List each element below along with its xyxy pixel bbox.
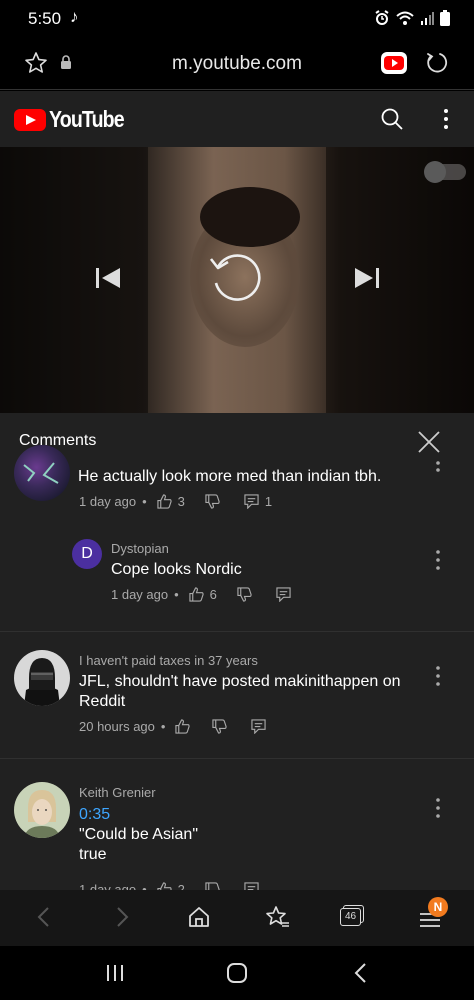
status-bar: 5:50 ♪	[0, 0, 474, 38]
recent-apps-icon[interactable]	[105, 963, 125, 983]
reply-icon[interactable]	[244, 882, 259, 890]
reply-icon[interactable]	[251, 719, 267, 734]
tiktok-notification-icon: ♪	[70, 7, 79, 26]
back-arrow-icon[interactable]	[34, 905, 54, 929]
browser-bottom-nav: 46	[0, 890, 474, 946]
video-timestamp-link[interactable]: 0:35	[79, 805, 419, 825]
comment-time: 1 day ago	[79, 494, 137, 509]
bookmarks-icon[interactable]	[264, 905, 290, 929]
like-count: 6	[209, 587, 217, 602]
divider	[0, 631, 474, 632]
comment-item: Keith Grenier 0:35 "Could be Asian" true…	[0, 781, 474, 890]
next-video-icon[interactable]	[354, 267, 380, 289]
browser-address-bar: m.youtube.com	[0, 38, 474, 90]
comment-meta: 20 hours ago •	[79, 719, 267, 734]
avatar[interactable]	[14, 782, 70, 838]
system-navigation-bar	[0, 946, 474, 1000]
home-icon[interactable]	[187, 905, 211, 929]
reply-count: 1	[264, 494, 273, 509]
like-icon[interactable]	[189, 587, 204, 602]
tab-count: 46	[340, 908, 361, 926]
meta-separator: •	[160, 719, 166, 734]
tabs-button[interactable]: 46	[340, 905, 364, 927]
comment-options-icon[interactable]	[434, 665, 442, 687]
comment-item: I haven't paid taxes in 37 years JFL, sh…	[0, 649, 474, 759]
comment-author[interactable]: Keith Grenier	[79, 785, 156, 800]
comment-author[interactable]: I haven't paid taxes in 37 years	[79, 653, 258, 668]
forward-arrow-icon[interactable]	[112, 905, 132, 929]
divider	[0, 758, 474, 759]
comment-time: 1 day ago	[79, 882, 137, 890]
meta-separator: •	[174, 587, 179, 602]
comment-options-icon[interactable]	[434, 549, 442, 571]
avatar[interactable]	[14, 650, 70, 706]
video-overlay-right	[326, 147, 474, 413]
status-time: 5:50	[28, 9, 62, 28]
reply-icon[interactable]	[276, 587, 291, 602]
youtube-header: YouTube	[0, 91, 474, 147]
youtube-logo-text: YouTube	[49, 106, 125, 132]
comment-options-icon[interactable]	[434, 797, 442, 819]
dislike-icon[interactable]	[205, 494, 220, 509]
avatar[interactable]: D	[72, 539, 102, 569]
video-player[interactable]	[0, 147, 474, 413]
dislike-icon[interactable]	[237, 587, 252, 602]
reply-item: D Dystopian Cope looks Nordic 1 day ago …	[0, 537, 474, 637]
avatar-art	[24, 658, 60, 706]
like-icon[interactable]	[157, 494, 172, 509]
video-overlay-left	[0, 147, 148, 413]
comment-author[interactable]: Dystopian	[111, 541, 169, 556]
comments-panel: Comments He actually look more med than …	[0, 413, 474, 890]
meta-separator: •	[142, 882, 147, 890]
more-options-icon[interactable]	[436, 107, 456, 131]
video-subject-hair	[200, 187, 300, 247]
comment-body: 0:35 "Could be Asian" true	[79, 805, 419, 865]
comment-meta: 1 day ago • 3 1	[79, 494, 272, 509]
system-home-icon[interactable]	[226, 962, 248, 984]
reply-icon[interactable]	[244, 494, 259, 509]
dislike-icon[interactable]	[212, 719, 228, 734]
battery-icon	[440, 10, 450, 26]
comment-meta: 1 day ago • 2	[79, 882, 259, 890]
comment-time: 20 hours ago	[79, 719, 155, 734]
comment-text: JFL, shouldn't have posted makinithappen…	[79, 673, 401, 710]
signal-icon	[421, 12, 434, 25]
autoplay-toggle[interactable]	[424, 161, 466, 183]
comment-text: He actually look more med than indian tb…	[78, 468, 382, 485]
like-count: 2	[177, 882, 185, 890]
system-back-icon[interactable]	[352, 962, 368, 984]
avatar[interactable]	[14, 445, 70, 501]
wifi-icon	[396, 11, 414, 25]
menu-notification-badge: N	[428, 897, 448, 917]
comment-options-icon[interactable]	[434, 453, 442, 473]
youtube-play-icon	[14, 108, 46, 131]
open-in-youtube-app-button[interactable]	[381, 52, 407, 74]
comment-meta: 1 day ago • 6	[111, 587, 291, 602]
comment-text: Cope looks Nordic	[111, 561, 242, 578]
previous-video-icon[interactable]	[95, 267, 121, 289]
comment-text-line: "Could be Asian"	[79, 826, 198, 843]
like-icon[interactable]	[157, 882, 172, 890]
like-icon[interactable]	[175, 719, 191, 734]
like-count: 3	[177, 494, 185, 509]
close-icon[interactable]	[417, 430, 441, 454]
replay-icon[interactable]	[208, 250, 266, 308]
search-icon[interactable]	[380, 107, 404, 131]
comment-time: 1 day ago	[111, 587, 169, 602]
avatar-art	[24, 790, 60, 838]
avatar-letter: D	[81, 545, 93, 562]
youtube-logo[interactable]: YouTube	[14, 106, 137, 133]
comment-text-line: true	[79, 846, 107, 863]
meta-separator: •	[142, 494, 147, 509]
dislike-icon[interactable]	[205, 882, 220, 890]
alarm-icon	[375, 10, 389, 25]
reload-icon[interactable]	[425, 51, 449, 75]
avatar-art	[23, 462, 59, 484]
